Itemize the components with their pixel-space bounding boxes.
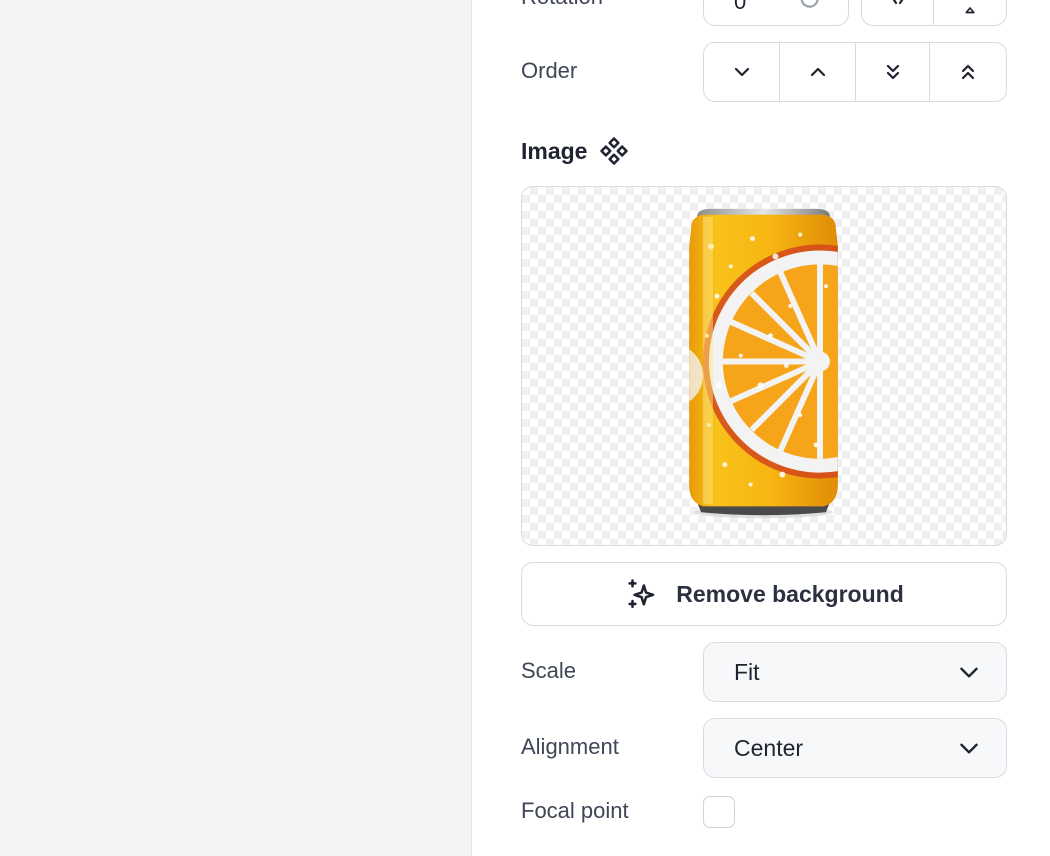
chevron-down-icon [960,667,978,678]
send-backward-button[interactable] [704,43,780,101]
chevron-up-icon [810,67,825,77]
chevron-down-icon [734,67,749,77]
component-diamond-icon [600,137,629,165]
remove-background-button[interactable]: Remove background [521,562,1007,626]
focal-point-checkbox[interactable] [703,796,735,828]
double-chevron-up-icon [961,64,974,80]
alignment-label: Alignment [521,734,619,759]
rotate-icon[interactable] [776,0,848,25]
flip-horizontal-icon[interactable] [862,0,934,25]
rotation-label: Rotation [521,0,603,10]
image-preview[interactable] [521,186,1007,546]
order-label: Order [521,58,578,83]
image-section-label: Image [521,137,588,164]
bring-to-front-button[interactable] [930,43,1005,101]
send-to-back-button[interactable] [856,43,930,101]
order-button-group [703,42,1007,102]
rotation-input-group[interactable]: 0 [703,0,849,26]
rotation-value[interactable]: 0 [704,0,776,25]
bring-forward-button[interactable] [780,43,856,101]
double-chevron-down-icon [886,64,899,80]
canvas-area[interactable] [0,0,471,856]
scale-select[interactable]: Fit [703,642,1007,702]
alignment-select[interactable]: Center [703,718,1007,778]
image-section-title: Image [521,136,629,166]
remove-background-label: Remove background [676,580,904,607]
flip-vertical-icon[interactable] [934,0,1006,25]
scale-value: Fit [734,658,760,685]
properties-panel: Rotation 0 Order Image [471,0,1050,856]
sparkles-icon [628,579,655,609]
orange-soda-can-image [689,208,838,519]
focal-point-label: Focal point [521,798,629,823]
flip-button-group[interactable] [861,0,1007,26]
scale-label: Scale [521,658,577,683]
chevron-down-icon [960,743,978,754]
alignment-value: Center [734,734,804,761]
